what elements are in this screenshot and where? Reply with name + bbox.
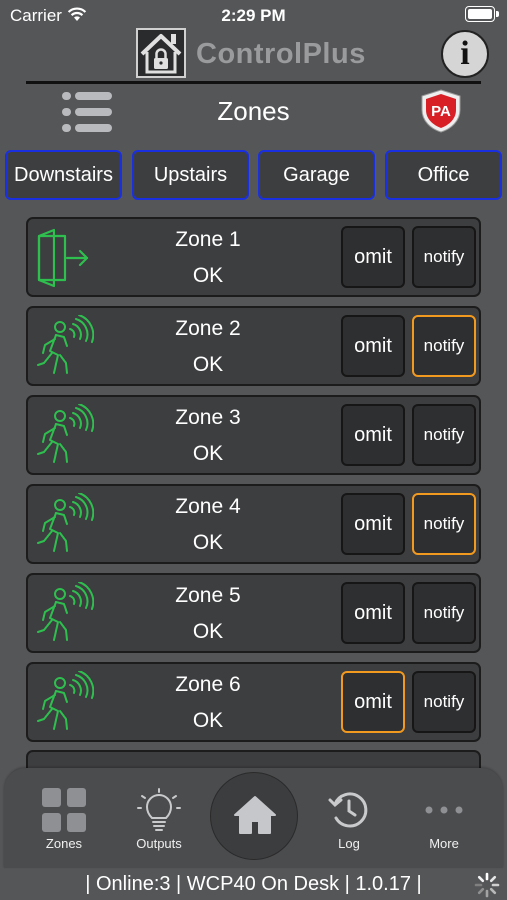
zone-row: Zone 4 OK omit notify — [26, 484, 481, 564]
grid-icon — [42, 788, 86, 832]
zone-name: Zone 6 — [175, 673, 241, 696]
tab-garage[interactable]: Garage — [258, 150, 375, 200]
motion-sensor-icon — [37, 493, 94, 552]
nav-outputs[interactable]: Outputs — [119, 788, 199, 851]
pa-badge-label: PA — [431, 103, 451, 120]
lightbulb-icon — [137, 788, 181, 831]
battery-icon — [465, 6, 499, 22]
zone-status: OK — [192, 709, 224, 732]
omit-button[interactable]: omit — [341, 404, 405, 466]
clock: 2:29 PM — [221, 6, 286, 25]
more-dots-icon — [425, 806, 463, 814]
pa-shield-badge-icon[interactable]: PA — [418, 88, 464, 134]
info-button[interactable]: i — [441, 30, 489, 78]
notify-button[interactable]: notify — [412, 671, 476, 733]
zone-name: Zone 3 — [175, 406, 241, 429]
zone-name: Zone 1 — [175, 228, 241, 251]
activity-spinner-icon — [474, 872, 500, 898]
nav-log[interactable]: Log — [309, 788, 389, 851]
history-clock-icon — [328, 792, 368, 828]
notify-button[interactable]: notify — [412, 315, 476, 377]
tab-office[interactable]: Office — [385, 150, 502, 200]
nav-more-label: More — [429, 836, 459, 851]
zone-name: Zone 2 — [175, 317, 241, 340]
omit-button[interactable]: omit — [341, 226, 405, 288]
nav-zones-label: Zones — [45, 836, 83, 851]
zone-status: OK — [192, 353, 224, 376]
zone-status: OK — [192, 264, 224, 287]
nav-more[interactable]: More — [404, 788, 484, 851]
header-divider — [26, 81, 481, 84]
motion-sensor-icon — [37, 671, 94, 730]
zone-row: Zone 2 OK omit notify — [26, 306, 481, 386]
motion-sensor-icon — [37, 404, 94, 463]
zone-row: Zone 1 OK omit notify — [26, 217, 481, 297]
zone-name: Zone 5 — [175, 584, 241, 607]
zone-row: Zone 3 OK omit notify — [26, 395, 481, 475]
door-exit-icon — [37, 228, 89, 288]
zone-name: Zone 4 — [175, 495, 241, 518]
home-button[interactable] — [210, 772, 298, 860]
motion-sensor-icon — [37, 582, 94, 641]
house-lock-logo-icon — [136, 28, 186, 78]
tab-downstairs[interactable]: Downstairs — [5, 150, 122, 200]
omit-button[interactable]: omit — [341, 671, 405, 733]
notify-button[interactable]: notify — [412, 582, 476, 644]
notify-button[interactable]: notify — [412, 404, 476, 466]
notify-button[interactable]: notify — [412, 493, 476, 555]
zone-status: OK — [192, 531, 224, 554]
nav-zones[interactable]: Zones — [24, 788, 104, 851]
omit-button[interactable]: omit — [341, 493, 405, 555]
notify-button[interactable]: notify — [412, 226, 476, 288]
connection-status-text: | Online:3 | WCP40 On Desk | 1.0.17 | — [85, 873, 422, 895]
motion-sensor-icon — [37, 315, 94, 374]
zone-row: Zone 6 OK omit notify — [26, 662, 481, 742]
zone-status: OK — [192, 442, 224, 465]
tab-upstairs[interactable]: Upstairs — [132, 150, 249, 200]
nav-log-label: Log — [338, 836, 360, 851]
nav-outputs-label: Outputs — [136, 836, 182, 851]
omit-button[interactable]: omit — [341, 582, 405, 644]
status-bar: Carrier 2:29 PM — [0, 0, 507, 30]
brand-title: ControlPlus — [196, 38, 366, 70]
home-icon — [234, 796, 276, 834]
zone-status: OK — [192, 620, 224, 643]
zone-row: Zone 5 OK omit notify — [26, 573, 481, 653]
omit-button[interactable]: omit — [341, 315, 405, 377]
